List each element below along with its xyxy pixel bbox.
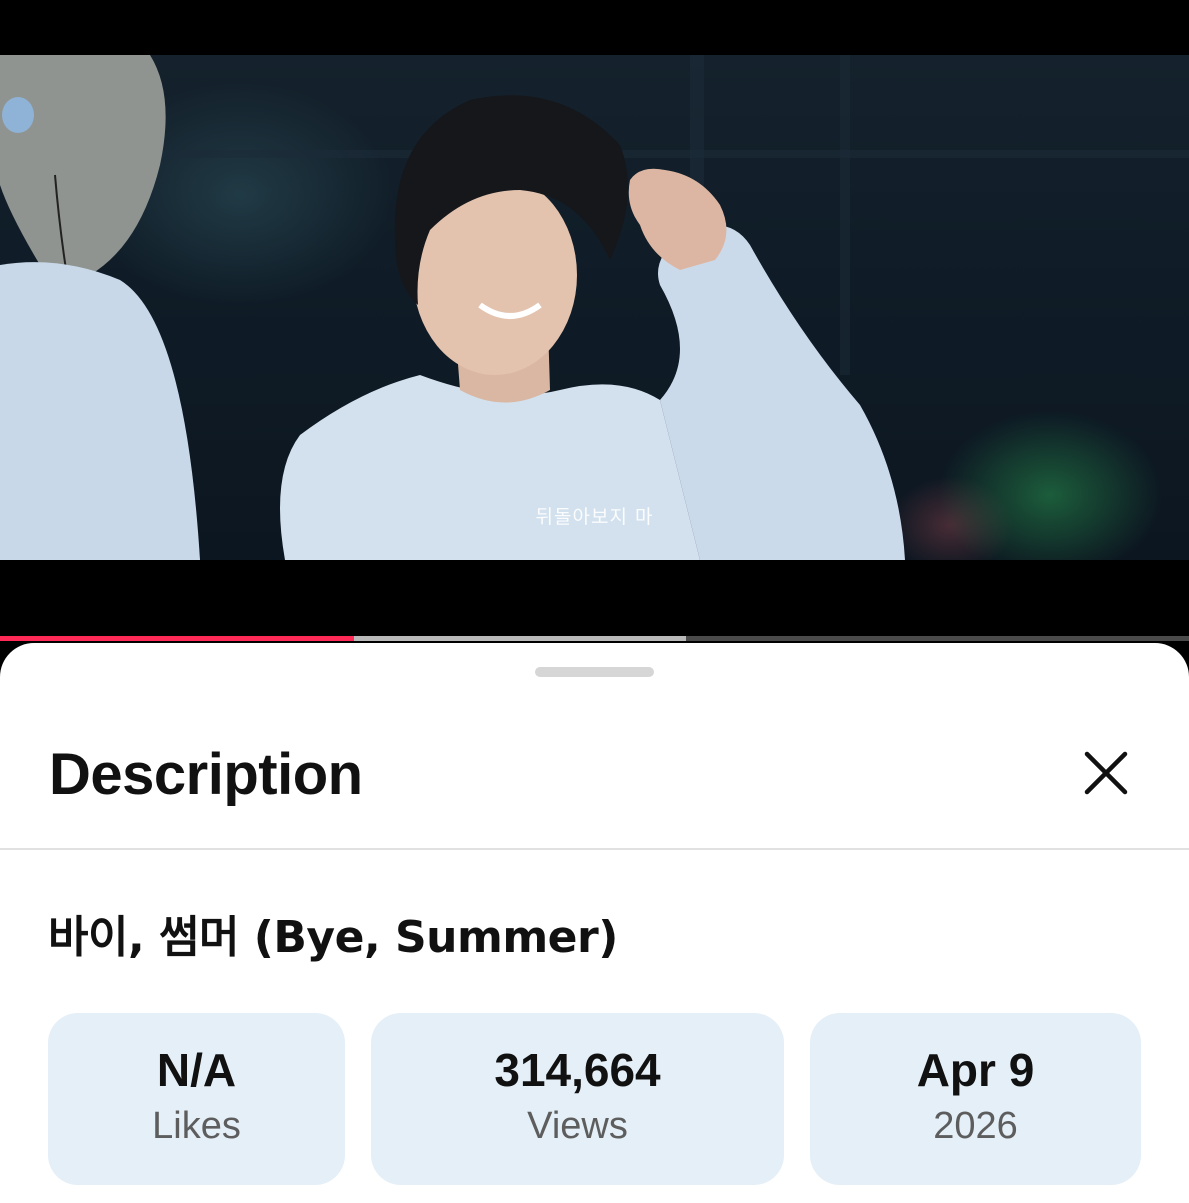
description-sheet: Description 바이, 썸머 (Bye, Summer) N/A Lik… [0,643,1189,1203]
video-letterbox-top [0,0,1189,55]
close-icon [1084,751,1128,795]
stat-value-views: 314,664 [494,1044,661,1096]
stat-value-likes: N/A [156,1044,237,1096]
stat-value-date: Apr 9 [916,1044,1035,1096]
stat-label-likes: Likes [152,1105,241,1147]
video-player[interactable]: 뒤돌아보지 마 [0,55,1189,560]
video-frame-illustration [0,55,1189,560]
stat-label-views: Views [527,1105,628,1147]
video-progress-bar[interactable] [0,636,1189,641]
close-button[interactable] [1078,745,1134,801]
video-title: 바이, 썸머 (Bye, Summer) [48,912,618,963]
stat-card-views: 314,664 Views [371,1013,784,1185]
sheet-divider [0,848,1189,850]
stat-card-likes: N/A Likes [48,1013,345,1185]
video-letterbox-bottom [0,560,1189,638]
sheet-title: Description [49,742,363,807]
stat-label-year: 2026 [933,1105,1018,1147]
sheet-drag-handle[interactable] [535,667,654,677]
video-subtitle: 뒤돌아보지 마 [535,506,654,528]
stat-card-date: Apr 9 2026 [810,1013,1141,1185]
progress-played [0,636,355,641]
